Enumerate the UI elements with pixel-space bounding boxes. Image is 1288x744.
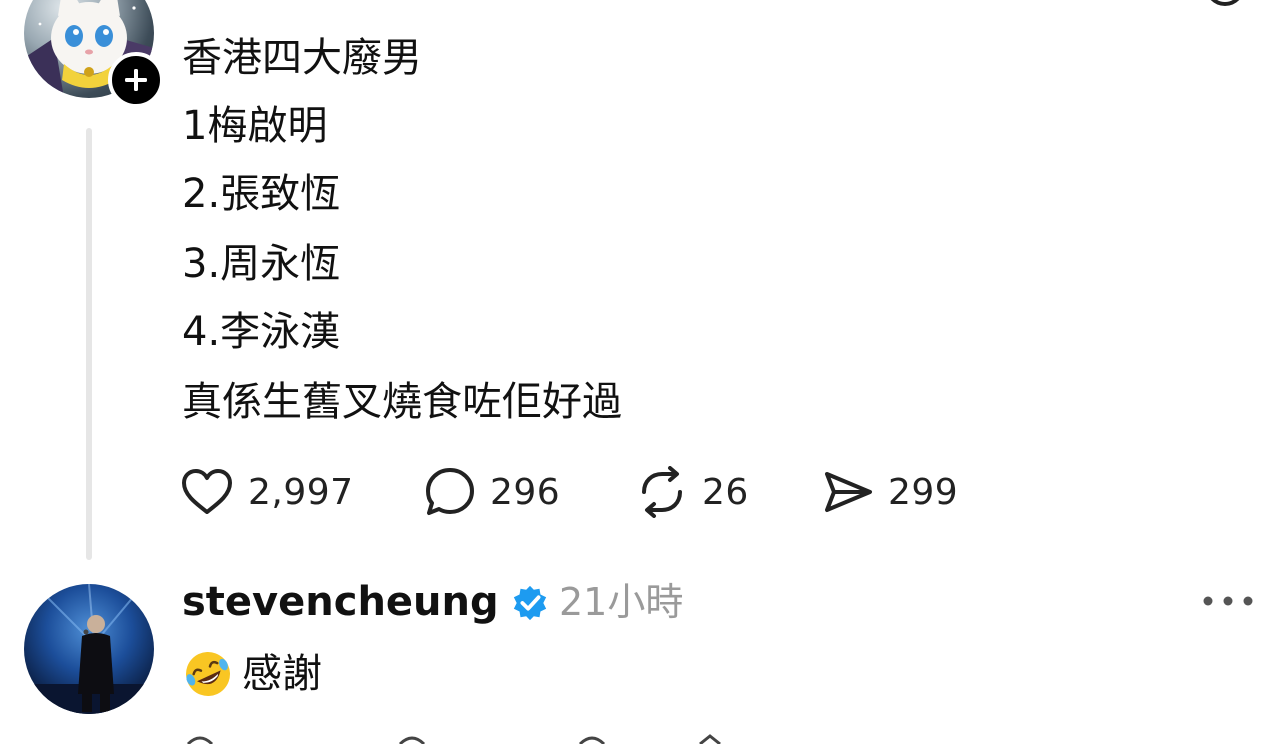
repost-count: 26: [702, 471, 749, 513]
send-icon: [825, 472, 872, 512]
reply-text-content: 感謝: [242, 651, 322, 697]
reply-actions-partial: [186, 734, 721, 744]
repost-icon: [642, 466, 682, 518]
repost-button[interactable]: 26: [636, 466, 749, 518]
post-text-line: 真係生舊叉燒食咗佢好過: [182, 379, 622, 425]
rolling-on-floor-laughing-emoji-icon: [186, 652, 230, 696]
more-icon-partial[interactable]: [1204, 0, 1246, 10]
verified-badge-icon: [513, 585, 547, 621]
comment-bubble-icon: [426, 468, 474, 515]
more-options-icon[interactable]: [1200, 586, 1256, 616]
post-text-line: 2.張致恆: [182, 171, 341, 217]
post-text-line: 香港四大廢男: [182, 35, 422, 81]
share-count: 299: [888, 471, 959, 513]
thread-line: [86, 128, 92, 560]
post-text-line: 3.周永恆: [182, 241, 341, 287]
like-button[interactable]: 2,997: [180, 466, 354, 518]
stage-performer-avatar-image: [24, 584, 154, 714]
reply-username[interactable]: stevencheung: [182, 574, 499, 630]
avatar[interactable]: [24, 584, 154, 714]
follow-button[interactable]: [108, 52, 164, 108]
comment-button[interactable]: 296: [424, 466, 560, 518]
like-count: 2,997: [248, 471, 354, 513]
reply-text: 感謝: [182, 646, 322, 702]
heart-icon: [182, 469, 232, 514]
plus-icon: [125, 69, 147, 91]
reply-timestamp: 21小時: [559, 580, 684, 624]
post-text-line: 1梅啟明: [182, 103, 328, 149]
share-button[interactable]: 299: [822, 466, 958, 518]
comment-count: 296: [490, 471, 561, 513]
username-partial: [236, 0, 386, 6]
post-text-line: 4.李泳漢: [182, 309, 341, 355]
